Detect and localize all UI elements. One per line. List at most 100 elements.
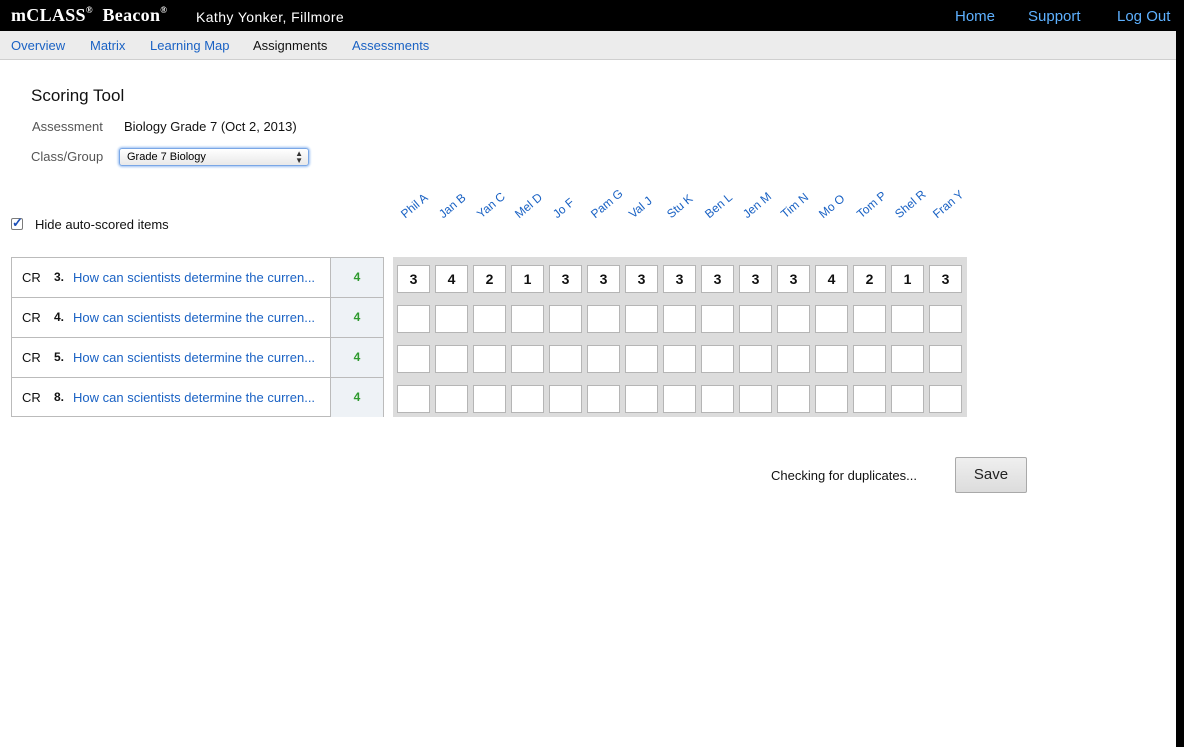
score-cell[interactable] bbox=[777, 385, 810, 413]
tab-matrix[interactable]: Matrix bbox=[90, 38, 125, 53]
score-cell[interactable] bbox=[587, 345, 620, 373]
student-header[interactable]: Mo O bbox=[816, 191, 847, 221]
item-row: CR 4. How can scientists determine the cur… bbox=[12, 298, 383, 338]
tab-overview[interactable]: Overview bbox=[11, 38, 65, 53]
class-group-select[interactable]: Grade 7 Biology ▲ ▼ bbox=[119, 148, 309, 166]
score-cell[interactable] bbox=[777, 345, 810, 373]
student-header[interactable]: Ben L bbox=[702, 190, 735, 221]
score-cell[interactable] bbox=[663, 345, 696, 373]
score-cell[interactable] bbox=[473, 305, 506, 333]
student-header[interactable]: Mel D bbox=[512, 190, 545, 221]
score-cell[interactable]: 3 bbox=[625, 265, 658, 293]
hide-auto-scored-checkbox[interactable]: ✓ bbox=[11, 215, 23, 230]
score-cell[interactable] bbox=[435, 345, 468, 373]
user-name: Kathy Yonker, Fillmore bbox=[196, 9, 345, 25]
score-cell[interactable] bbox=[739, 345, 772, 373]
item-row: CR 5. How can scientists determine the cur… bbox=[12, 338, 383, 378]
score-cell[interactable]: 3 bbox=[587, 265, 620, 293]
score-cell[interactable] bbox=[853, 345, 886, 373]
score-cell[interactable] bbox=[435, 305, 468, 333]
score-cell[interactable] bbox=[891, 385, 924, 413]
student-header[interactable]: Jo F bbox=[550, 195, 577, 221]
score-cell[interactable] bbox=[511, 305, 544, 333]
score-cell[interactable] bbox=[853, 305, 886, 333]
score-cell[interactable] bbox=[777, 305, 810, 333]
score-cell[interactable] bbox=[549, 305, 582, 333]
student-header[interactable]: Val J bbox=[626, 194, 655, 221]
student-header[interactable]: Pam G bbox=[588, 186, 626, 221]
score-cell[interactable] bbox=[625, 305, 658, 333]
score-cell[interactable] bbox=[929, 385, 962, 413]
score-cell[interactable] bbox=[625, 385, 658, 413]
student-header[interactable]: Jen M bbox=[740, 189, 774, 221]
score-cell[interactable] bbox=[587, 385, 620, 413]
score-cell[interactable] bbox=[397, 345, 430, 373]
student-header[interactable]: Stu K bbox=[664, 191, 695, 221]
score-cell[interactable] bbox=[511, 345, 544, 373]
score-cell[interactable]: 4 bbox=[435, 265, 468, 293]
registered-mark: ® bbox=[160, 5, 168, 15]
score-cell[interactable] bbox=[435, 385, 468, 413]
item-question-link[interactable]: How can scientists determine the curren.… bbox=[73, 270, 333, 285]
score-cell[interactable]: 1 bbox=[511, 265, 544, 293]
student-header[interactable]: Phil A bbox=[398, 191, 431, 221]
score-cell[interactable] bbox=[625, 345, 658, 373]
student-header[interactable]: Jan B bbox=[436, 191, 469, 221]
tab-assignments[interactable]: Assignments bbox=[253, 38, 327, 53]
score-cell[interactable] bbox=[549, 345, 582, 373]
score-cell[interactable] bbox=[549, 385, 582, 413]
score-cell[interactable]: 3 bbox=[929, 265, 962, 293]
student-header[interactable]: Fran Y bbox=[930, 187, 966, 221]
save-button[interactable]: Save bbox=[955, 457, 1027, 493]
score-cell[interactable]: 3 bbox=[777, 265, 810, 293]
score-cell[interactable] bbox=[701, 305, 734, 333]
score-cell[interactable] bbox=[473, 385, 506, 413]
score-cell[interactable] bbox=[587, 305, 620, 333]
student-header[interactable]: Yan C bbox=[474, 189, 508, 221]
score-cell[interactable] bbox=[815, 345, 848, 373]
score-cell[interactable]: 3 bbox=[549, 265, 582, 293]
score-cell[interactable]: 3 bbox=[663, 265, 696, 293]
score-cell[interactable] bbox=[663, 385, 696, 413]
item-number: 3. bbox=[54, 270, 65, 284]
student-header[interactable]: Tom P bbox=[854, 188, 889, 221]
tab-learning-map[interactable]: Learning Map bbox=[150, 38, 230, 53]
item-question-link[interactable]: How can scientists determine the curren.… bbox=[73, 310, 333, 325]
score-cell[interactable] bbox=[701, 385, 734, 413]
score-cell[interactable]: 3 bbox=[397, 265, 430, 293]
score-cell[interactable] bbox=[853, 385, 886, 413]
score-cell[interactable] bbox=[739, 305, 772, 333]
item-question-link[interactable]: How can scientists determine the curren.… bbox=[73, 390, 333, 405]
item-question-link[interactable]: How can scientists determine the curren.… bbox=[73, 350, 333, 365]
support-link[interactable]: Support bbox=[1028, 8, 1081, 25]
score-cell[interactable] bbox=[815, 305, 848, 333]
score-cell[interactable] bbox=[701, 345, 734, 373]
score-cell[interactable] bbox=[929, 345, 962, 373]
class-group-value: Grade 7 Biology bbox=[127, 151, 206, 163]
score-cell[interactable] bbox=[663, 305, 696, 333]
score-cell[interactable] bbox=[473, 345, 506, 373]
score-cell[interactable] bbox=[511, 385, 544, 413]
logout-link[interactable]: Log Out bbox=[1117, 8, 1170, 25]
score-cell[interactable] bbox=[397, 385, 430, 413]
items-table: CR 3. How can scientists determine the cur… bbox=[11, 257, 384, 417]
item-row: CR 8. How can scientists determine the cur… bbox=[12, 378, 383, 418]
item-type: CR bbox=[22, 310, 41, 325]
score-cell[interactable]: 2 bbox=[853, 265, 886, 293]
score-cell[interactable] bbox=[815, 385, 848, 413]
nav-bar: Overview Matrix Learning Map Assignments… bbox=[0, 31, 1176, 60]
student-header[interactable]: Shel R bbox=[892, 187, 929, 221]
score-cell[interactable] bbox=[891, 345, 924, 373]
score-cell[interactable] bbox=[929, 305, 962, 333]
tab-assessments[interactable]: Assessments bbox=[352, 38, 429, 53]
score-cell[interactable]: 3 bbox=[739, 265, 772, 293]
score-cell[interactable] bbox=[739, 385, 772, 413]
score-cell[interactable]: 3 bbox=[701, 265, 734, 293]
home-link[interactable]: Home bbox=[955, 8, 995, 25]
student-header[interactable]: Tim N bbox=[778, 190, 811, 221]
score-cell[interactable] bbox=[397, 305, 430, 333]
score-cell[interactable]: 4 bbox=[815, 265, 848, 293]
score-cell[interactable]: 2 bbox=[473, 265, 506, 293]
score-cell[interactable]: 1 bbox=[891, 265, 924, 293]
score-cell[interactable] bbox=[891, 305, 924, 333]
